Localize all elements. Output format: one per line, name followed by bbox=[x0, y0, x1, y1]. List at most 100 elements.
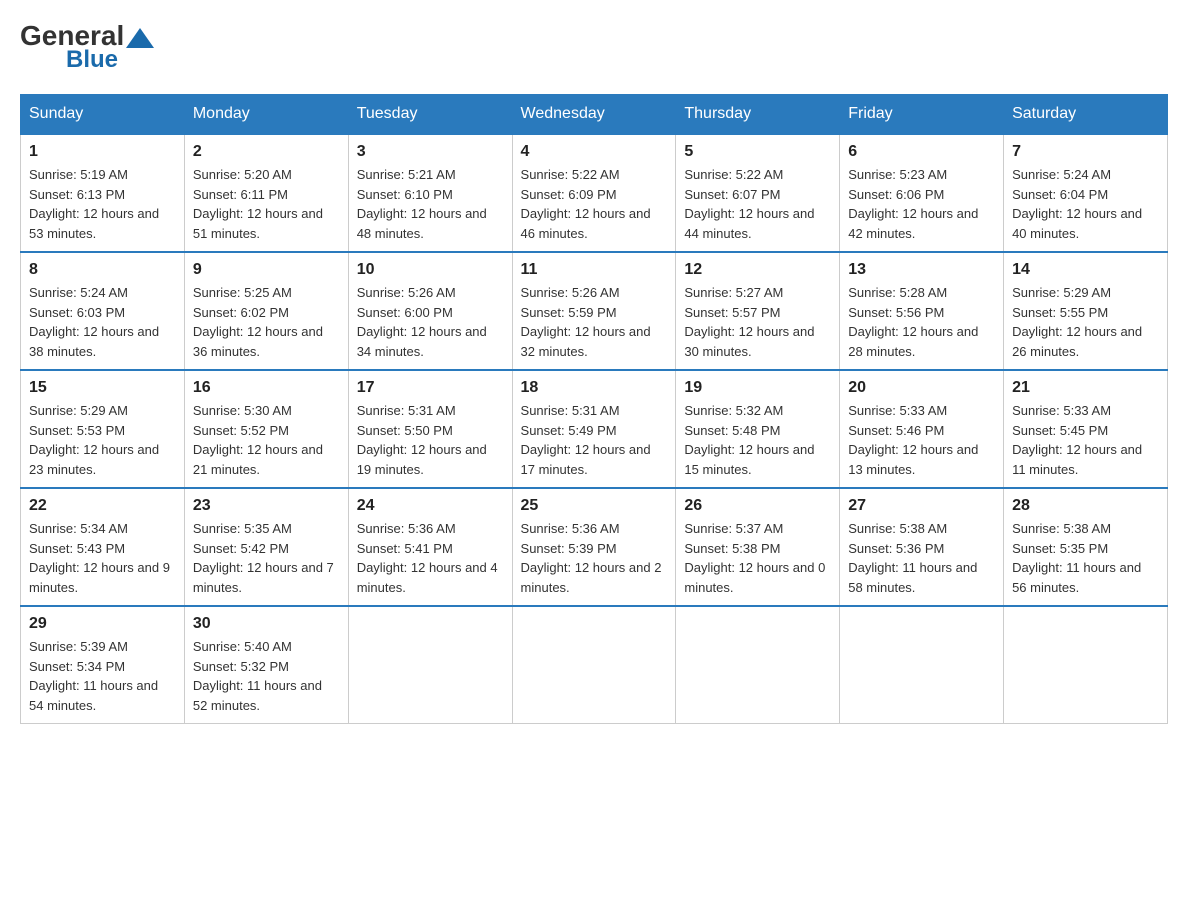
weekday-header: Sunday bbox=[21, 95, 185, 135]
weekday-header-row: SundayMondayTuesdayWednesdayThursdayFrid… bbox=[21, 95, 1168, 135]
calendar-cell: 22 Sunrise: 5:34 AMSunset: 5:43 PMDayligh… bbox=[21, 488, 185, 606]
day-info: Sunrise: 5:24 AMSunset: 6:04 PMDaylight:… bbox=[1012, 165, 1159, 243]
calendar-week-row: 22 Sunrise: 5:34 AMSunset: 5:43 PMDayligh… bbox=[21, 488, 1168, 606]
day-number: 15 bbox=[29, 379, 176, 397]
calendar-cell: 17 Sunrise: 5:31 AMSunset: 5:50 PMDayligh… bbox=[348, 370, 512, 488]
day-info: Sunrise: 5:23 AMSunset: 6:06 PMDaylight:… bbox=[848, 165, 995, 243]
calendar-cell bbox=[840, 606, 1004, 724]
day-number: 8 bbox=[29, 261, 176, 279]
day-number: 4 bbox=[521, 143, 668, 161]
calendar-cell: 28 Sunrise: 5:38 AMSunset: 5:35 PMDayligh… bbox=[1004, 488, 1168, 606]
day-number: 12 bbox=[684, 261, 831, 279]
calendar-cell: 11 Sunrise: 5:26 AMSunset: 5:59 PMDayligh… bbox=[512, 252, 676, 370]
calendar-cell: 18 Sunrise: 5:31 AMSunset: 5:49 PMDayligh… bbox=[512, 370, 676, 488]
day-number: 18 bbox=[521, 379, 668, 397]
day-info: Sunrise: 5:38 AMSunset: 5:35 PMDaylight:… bbox=[1012, 519, 1159, 597]
day-number: 19 bbox=[684, 379, 831, 397]
day-info: Sunrise: 5:25 AMSunset: 6:02 PMDaylight:… bbox=[193, 283, 340, 361]
day-info: Sunrise: 5:26 AMSunset: 5:59 PMDaylight:… bbox=[521, 283, 668, 361]
calendar-cell: 9 Sunrise: 5:25 AMSunset: 6:02 PMDaylight… bbox=[184, 252, 348, 370]
calendar-cell: 27 Sunrise: 5:38 AMSunset: 5:36 PMDayligh… bbox=[840, 488, 1004, 606]
day-info: Sunrise: 5:35 AMSunset: 5:42 PMDaylight:… bbox=[193, 519, 340, 597]
day-number: 23 bbox=[193, 497, 340, 515]
calendar-cell bbox=[676, 606, 840, 724]
day-number: 11 bbox=[521, 261, 668, 279]
calendar-cell bbox=[1004, 606, 1168, 724]
calendar-cell: 5Sunrise: 5:22 AMSunset: 6:07 PMDaylight… bbox=[676, 134, 840, 252]
day-number: 3 bbox=[357, 143, 504, 161]
day-number: 26 bbox=[684, 497, 831, 515]
page-header: General Blue bbox=[20, 20, 1168, 74]
day-number: 16 bbox=[193, 379, 340, 397]
day-number: 7 bbox=[1012, 143, 1159, 161]
day-info: Sunrise: 5:22 AMSunset: 6:07 PMDaylight:… bbox=[684, 165, 831, 243]
calendar-cell: 26 Sunrise: 5:37 AMSunset: 5:38 PMDayligh… bbox=[676, 488, 840, 606]
calendar-cell: 16 Sunrise: 5:30 AMSunset: 5:52 PMDayligh… bbox=[184, 370, 348, 488]
weekday-header: Saturday bbox=[1004, 95, 1168, 135]
calendar-cell: 6Sunrise: 5:23 AMSunset: 6:06 PMDaylight… bbox=[840, 134, 1004, 252]
day-number: 24 bbox=[357, 497, 504, 515]
calendar-cell: 14Sunrise: 5:29 AMSunset: 5:55 PMDayligh… bbox=[1004, 252, 1168, 370]
calendar-cell: 8 Sunrise: 5:24 AMSunset: 6:03 PMDaylight… bbox=[21, 252, 185, 370]
day-number: 14 bbox=[1012, 261, 1159, 279]
day-info: Sunrise: 5:36 AMSunset: 5:41 PMDaylight:… bbox=[357, 519, 504, 597]
day-number: 13 bbox=[848, 261, 995, 279]
day-info: Sunrise: 5:19 AMSunset: 6:13 PMDaylight:… bbox=[29, 165, 176, 243]
logo-blue-text: Blue bbox=[66, 46, 118, 74]
calendar-cell: 10 Sunrise: 5:26 AMSunset: 6:00 PMDayligh… bbox=[348, 252, 512, 370]
calendar-week-row: 8 Sunrise: 5:24 AMSunset: 6:03 PMDaylight… bbox=[21, 252, 1168, 370]
day-number: 20 bbox=[848, 379, 995, 397]
day-number: 27 bbox=[848, 497, 995, 515]
day-info: Sunrise: 5:37 AMSunset: 5:38 PMDaylight:… bbox=[684, 519, 831, 597]
calendar-cell: 23 Sunrise: 5:35 AMSunset: 5:42 PMDayligh… bbox=[184, 488, 348, 606]
day-info: Sunrise: 5:36 AMSunset: 5:39 PMDaylight:… bbox=[521, 519, 668, 597]
calendar-cell: 25 Sunrise: 5:36 AMSunset: 5:39 PMDayligh… bbox=[512, 488, 676, 606]
calendar-cell: 19 Sunrise: 5:32 AMSunset: 5:48 PMDayligh… bbox=[676, 370, 840, 488]
day-info: Sunrise: 5:21 AMSunset: 6:10 PMDaylight:… bbox=[357, 165, 504, 243]
day-number: 9 bbox=[193, 261, 340, 279]
day-info: Sunrise: 5:24 AMSunset: 6:03 PMDaylight:… bbox=[29, 283, 176, 361]
day-number: 22 bbox=[29, 497, 176, 515]
weekday-header: Wednesday bbox=[512, 95, 676, 135]
calendar-cell: 30Sunrise: 5:40 AMSunset: 5:32 PMDayligh… bbox=[184, 606, 348, 724]
day-info: Sunrise: 5:31 AMSunset: 5:49 PMDaylight:… bbox=[521, 401, 668, 479]
weekday-header: Monday bbox=[184, 95, 348, 135]
day-info: Sunrise: 5:39 AMSunset: 5:34 PMDaylight:… bbox=[29, 637, 176, 715]
calendar-cell: 15Sunrise: 5:29 AMSunset: 5:53 PMDayligh… bbox=[21, 370, 185, 488]
weekday-header: Friday bbox=[840, 95, 1004, 135]
calendar-cell: 24 Sunrise: 5:36 AMSunset: 5:41 PMDayligh… bbox=[348, 488, 512, 606]
calendar-cell: 29 Sunrise: 5:39 AMSunset: 5:34 PMDayligh… bbox=[21, 606, 185, 724]
day-number: 1 bbox=[29, 143, 176, 161]
day-info: Sunrise: 5:32 AMSunset: 5:48 PMDaylight:… bbox=[684, 401, 831, 479]
day-number: 10 bbox=[357, 261, 504, 279]
day-info: Sunrise: 5:27 AMSunset: 5:57 PMDaylight:… bbox=[684, 283, 831, 361]
day-number: 28 bbox=[1012, 497, 1159, 515]
day-number: 29 bbox=[29, 615, 176, 633]
calendar-cell bbox=[512, 606, 676, 724]
day-info: Sunrise: 5:34 AMSunset: 5:43 PMDaylight:… bbox=[29, 519, 176, 597]
day-info: Sunrise: 5:33 AMSunset: 5:45 PMDaylight:… bbox=[1012, 401, 1159, 479]
day-info: Sunrise: 5:22 AMSunset: 6:09 PMDaylight:… bbox=[521, 165, 668, 243]
day-number: 30 bbox=[193, 615, 340, 633]
day-number: 2 bbox=[193, 143, 340, 161]
day-number: 17 bbox=[357, 379, 504, 397]
logo-triangle-icon bbox=[126, 28, 154, 48]
calendar-cell bbox=[348, 606, 512, 724]
day-number: 25 bbox=[521, 497, 668, 515]
calendar-cell: 1 Sunrise: 5:19 AMSunset: 6:13 PMDaylight… bbox=[21, 134, 185, 252]
day-info: Sunrise: 5:28 AMSunset: 5:56 PMDaylight:… bbox=[848, 283, 995, 361]
day-info: Sunrise: 5:26 AMSunset: 6:00 PMDaylight:… bbox=[357, 283, 504, 361]
calendar-table: SundayMondayTuesdayWednesdayThursdayFrid… bbox=[20, 94, 1168, 724]
day-info: Sunrise: 5:31 AMSunset: 5:50 PMDaylight:… bbox=[357, 401, 504, 479]
calendar-cell: 21 Sunrise: 5:33 AMSunset: 5:45 PMDayligh… bbox=[1004, 370, 1168, 488]
calendar-cell: 3 Sunrise: 5:21 AMSunset: 6:10 PMDaylight… bbox=[348, 134, 512, 252]
day-info: Sunrise: 5:30 AMSunset: 5:52 PMDaylight:… bbox=[193, 401, 340, 479]
day-info: Sunrise: 5:38 AMSunset: 5:36 PMDaylight:… bbox=[848, 519, 995, 597]
logo: General Blue bbox=[20, 20, 156, 74]
calendar-cell: 2Sunrise: 5:20 AMSunset: 6:11 PMDaylight… bbox=[184, 134, 348, 252]
calendar-week-row: 29 Sunrise: 5:39 AMSunset: 5:34 PMDayligh… bbox=[21, 606, 1168, 724]
day-number: 21 bbox=[1012, 379, 1159, 397]
calendar-cell: 20Sunrise: 5:33 AMSunset: 5:46 PMDayligh… bbox=[840, 370, 1004, 488]
calendar-cell: 12 Sunrise: 5:27 AMSunset: 5:57 PMDayligh… bbox=[676, 252, 840, 370]
calendar-cell: 4 Sunrise: 5:22 AMSunset: 6:09 PMDaylight… bbox=[512, 134, 676, 252]
